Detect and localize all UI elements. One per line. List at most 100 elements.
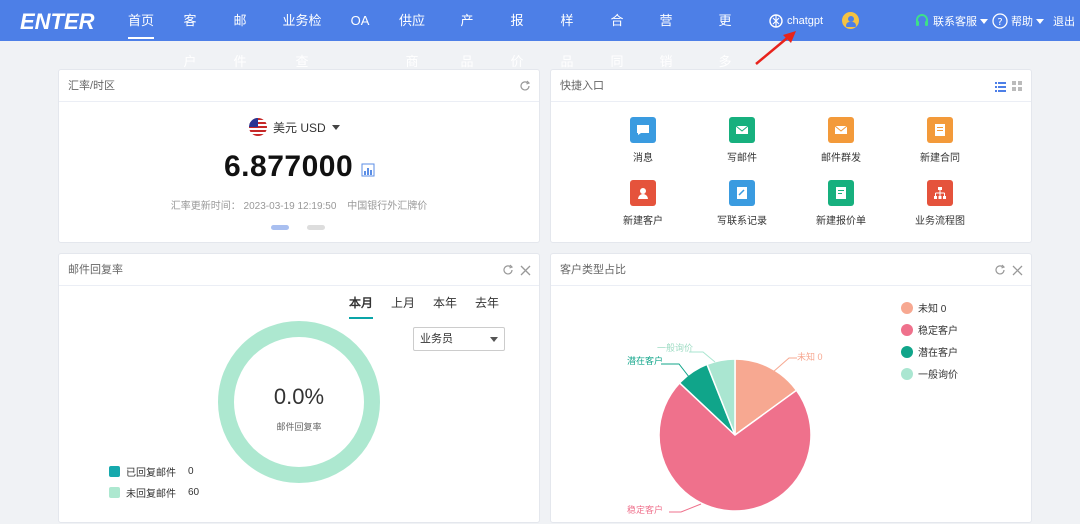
mail-reply-panel: 邮件回复率 本月 上月 本年 去年 业务员 0.0% 邮件回复率 已回复邮件 0…: [58, 253, 540, 523]
legend-swatch: [109, 466, 120, 477]
svg-text:ENTER: ENTER: [20, 9, 95, 34]
top-nav: ENTER 首页 客户 邮件 业务检查 OA 供应商 产品 报价 样品 合同 营…: [0, 0, 1080, 69]
nav-contract[interactable]: 合同: [605, 0, 629, 69]
legend-value: 0: [188, 466, 194, 477]
quick-label: 业务流程图: [915, 216, 965, 227]
help-label: 帮助: [1011, 15, 1033, 28]
caret-down-icon: [331, 125, 340, 130]
caret-down-icon: [980, 18, 988, 24]
legend-replied[interactable]: 已回复邮件 0: [109, 464, 194, 479]
legend-label: 已回复邮件: [126, 468, 176, 479]
nav-mail[interactable]: 邮件: [228, 0, 252, 69]
rate-source: 中国银行外汇牌价: [347, 201, 428, 212]
carousel-dot-2[interactable]: [307, 225, 325, 230]
user-avatar[interactable]: [842, 12, 859, 29]
quick-write-mail[interactable]: 写邮件: [702, 117, 782, 164]
customer-service[interactable]: 联系客服: [914, 0, 988, 41]
quick-entry-panel: 快捷入口 消息 写邮件 邮件群发 新建合同 新建客户 写联系记录 新建报价单 业…: [550, 69, 1032, 243]
tab-last-month[interactable]: 上月: [391, 294, 415, 319]
svg-text:?: ?: [997, 17, 1002, 28]
nav-product[interactable]: 产品: [455, 0, 479, 69]
quick-label: 新建报价单: [816, 216, 866, 227]
red-arrow-annotation: [755, 31, 796, 65]
quick-new-customer[interactable]: 新建客户: [603, 180, 683, 227]
legend-unreplied[interactable]: 未回复邮件 60: [109, 485, 199, 500]
leader-stable: [669, 503, 702, 513]
exchange-panel-header: 汇率/时区: [59, 70, 539, 102]
pie-label-inquiry: 一般询价: [657, 343, 694, 353]
reply-rate-label: 邮件回复率: [276, 422, 322, 432]
enter-logo[interactable]: ENTER: [18, 6, 98, 36]
quick-label: 消息: [633, 153, 653, 164]
mass-mail-icon: [828, 117, 854, 143]
chart-trend-icon[interactable]: [361, 163, 375, 177]
exchange-rate-value: 6.877000: [224, 150, 354, 183]
message-icon: [630, 117, 656, 143]
quick-message[interactable]: 消息: [603, 117, 683, 164]
pie-label-stable: 稳定客户: [627, 505, 664, 515]
quick-entry-title: 快捷入口: [560, 80, 604, 92]
quick-mass-mail[interactable]: 邮件群发: [801, 117, 881, 164]
carousel-dots: [271, 225, 325, 230]
customer-type-panel: 客户类型占比 未知 0 稳定客户 潜在客户 一般询价 未知 0 潜在客户 一般询…: [550, 253, 1032, 523]
logout-link[interactable]: 退出: [1053, 0, 1075, 41]
tab-this-month[interactable]: 本月: [349, 294, 374, 319]
nav-home[interactable]: 首页: [128, 0, 154, 41]
nav-oa[interactable]: OA: [350, 0, 370, 41]
exchange-panel: 汇率/时区 美元 USD 6.877000 汇率更新时间： 2023-03-19…: [58, 69, 540, 243]
grid-view-icon[interactable]: [1012, 80, 1023, 92]
nav-sample[interactable]: 样品: [555, 0, 579, 69]
chatgpt-label: chatgpt: [787, 15, 824, 27]
leader-unknown: [772, 357, 797, 373]
tab-this-year[interactable]: 本年: [433, 294, 457, 319]
currency-select[interactable]: 美元 USD: [249, 118, 340, 136]
pie-label-unknown: 未知 0: [797, 352, 823, 362]
quick-label: 新建客户: [623, 216, 663, 227]
exchange-title: 汇率/时区: [68, 80, 116, 92]
legend-value: 60: [188, 487, 200, 498]
us-flag-icon: [249, 118, 267, 136]
refresh-icon[interactable]: [519, 80, 531, 92]
nav-customer[interactable]: 客户: [178, 0, 202, 69]
flow-chart-icon: [927, 180, 953, 206]
nav-supplier[interactable]: 供应商: [394, 0, 430, 69]
nav-marketing[interactable]: 营销: [654, 0, 678, 69]
quick-flow-chart[interactable]: 业务流程图: [900, 180, 980, 227]
nav-quote[interactable]: 报价: [505, 0, 529, 69]
currency-label: 美元 USD: [273, 120, 326, 135]
refresh-icon[interactable]: [502, 264, 514, 276]
salesperson-select[interactable]: 业务员: [413, 327, 505, 351]
headset-icon: [916, 13, 928, 26]
rate-update-info: 汇率更新时间： 2023-03-19 12:19:50 中国银行外汇牌价: [59, 197, 539, 212]
help-menu[interactable]: ? 帮助: [992, 0, 1044, 41]
quick-label: 写联系记录: [717, 216, 767, 227]
close-icon[interactable]: [520, 265, 531, 276]
rate-update-time: 汇率更新时间： 2023-03-19 12:19:50: [170, 201, 337, 212]
nav-more[interactable]: 更多: [713, 0, 737, 69]
reply-rate-percent: 0.0%: [273, 384, 325, 409]
quick-label: 新建合同: [920, 153, 960, 164]
quick-new-contract[interactable]: 新建合同: [900, 117, 980, 164]
mail-reply-title: 邮件回复率: [68, 264, 123, 276]
quick-entry-header: 快捷入口: [551, 70, 1031, 102]
write-mail-icon: [729, 117, 755, 143]
quick-contact-record[interactable]: 写联系记录: [702, 180, 782, 227]
customer-service-label: 联系客服: [933, 15, 977, 28]
nav-business-check[interactable]: 业务检查: [278, 0, 326, 69]
help-icon: ?: [992, 12, 1008, 29]
contract-icon: [927, 117, 953, 143]
legend-swatch: [109, 487, 120, 498]
caret-down-icon: [1036, 18, 1044, 24]
quick-label: 邮件群发: [821, 153, 861, 164]
new-quote-icon: [828, 180, 854, 206]
list-view-icon[interactable]: [995, 81, 1006, 92]
quick-new-quote[interactable]: 新建报价单: [801, 180, 881, 227]
period-tabs: 本月 上月 本年 去年: [349, 294, 499, 319]
contact-record-icon: [729, 180, 755, 206]
tab-last-year[interactable]: 去年: [475, 294, 499, 319]
carousel-dot-1[interactable]: [271, 225, 289, 230]
quick-label: 写邮件: [727, 153, 757, 164]
legend-label: 未回复邮件: [126, 489, 176, 500]
pie-label-potential: 潜在客户: [627, 356, 664, 366]
new-customer-icon: [630, 180, 656, 206]
